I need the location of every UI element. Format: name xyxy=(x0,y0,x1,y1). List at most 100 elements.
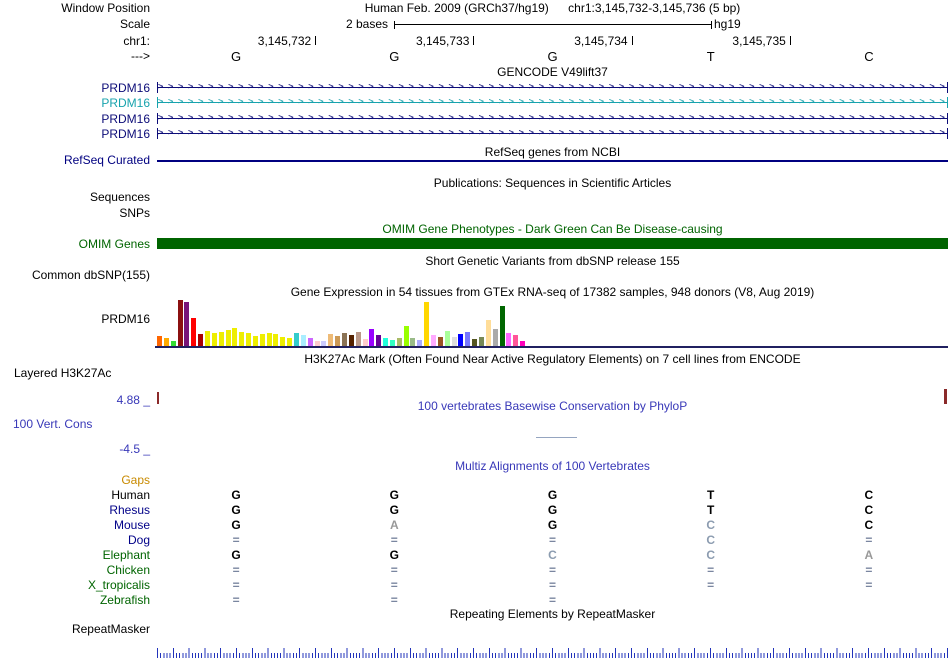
gtex-expression-bar[interactable] xyxy=(362,339,368,346)
gtex-expression-bar[interactable] xyxy=(321,341,327,346)
gtex-expression-bar[interactable] xyxy=(225,330,231,346)
common-dbsnp-label[interactable]: Common dbSNP(155) xyxy=(0,268,150,282)
transcript-direction-arrows: >>>>>>>>>>>>>>>>>>>>>>>>>>>>>>>>>>>>>>>>… xyxy=(158,113,947,123)
gtex-expression-bar[interactable] xyxy=(184,302,190,346)
coordinate-tick xyxy=(789,36,791,45)
gencode-transcript[interactable]: >>>>>>>>>>>>>>>>>>>>>>>>>>>>>>>>>>>>>>>>… xyxy=(157,128,948,139)
conservation-track-label[interactable]: 100 Vert. Cons xyxy=(13,417,92,431)
gtex-expression-bar[interactable] xyxy=(204,331,210,346)
gtex-expression-bar[interactable] xyxy=(259,334,265,346)
transcript-direction-arrows: >>>>>>>>>>>>>>>>>>>>>>>>>>>>>>>>>>>>>>>>… xyxy=(158,97,947,107)
gtex-expression-bar[interactable] xyxy=(513,335,519,346)
gtex-expression-bar[interactable] xyxy=(157,336,162,346)
sequences-label[interactable]: Sequences xyxy=(0,190,150,204)
layered-h3k27ac-label[interactable]: Layered H3K27Ac xyxy=(14,366,111,380)
multiz-species-label[interactable]: Chicken xyxy=(0,563,150,577)
multiz-species-label[interactable]: Rhesus xyxy=(0,503,150,517)
gtex-expression-bar[interactable] xyxy=(355,332,361,346)
gtex-expression-bar[interactable] xyxy=(300,335,306,346)
gtex-expression-bar[interactable] xyxy=(280,337,286,346)
alignment-base: = xyxy=(865,563,873,577)
gtex-expression-bar[interactable] xyxy=(465,332,471,346)
gtex-expression-bar[interactable] xyxy=(328,334,334,346)
gtex-expression-bar[interactable] xyxy=(403,326,409,346)
gtex-expression-bar[interactable] xyxy=(437,337,443,346)
gtex-expression-bar[interactable] xyxy=(163,338,169,346)
multiz-species-label[interactable]: Mouse xyxy=(0,518,150,532)
gencode-transcript[interactable]: >>>>>>>>>>>>>>>>>>>>>>>>>>>>>>>>>>>>>>>>… xyxy=(157,97,948,108)
gtex-expression-bar[interactable] xyxy=(198,334,204,346)
multiz-species-label[interactable]: Dog xyxy=(0,533,150,547)
gtex-expression-bar[interactable] xyxy=(294,333,299,346)
gtex-expression-bar[interactable] xyxy=(273,334,279,346)
gtex-expression-bar[interactable] xyxy=(369,329,375,346)
gencode-transcript-label[interactable]: PRDM16 xyxy=(0,96,150,110)
gtex-expression-bar[interactable] xyxy=(431,335,436,346)
gtex-expression-bar[interactable] xyxy=(424,302,430,346)
gtex-expression-bar[interactable] xyxy=(170,341,176,346)
gtex-expression-bar[interactable] xyxy=(410,338,416,346)
multiz-species-label[interactable]: Elephant xyxy=(0,548,150,562)
gtex-expression-bar[interactable] xyxy=(458,334,464,346)
gtex-expression-bar[interactable] xyxy=(520,341,526,346)
gtex-expression-bar[interactable] xyxy=(396,338,402,346)
gtex-expression-bar[interactable] xyxy=(177,300,183,346)
gtex-expression-bar[interactable] xyxy=(287,338,293,346)
gtex-expression-bar[interactable] xyxy=(485,320,491,346)
alignment-base: = xyxy=(865,533,873,547)
conservation-max-value: 4.88 _ xyxy=(116,393,150,407)
gtex-gene-label[interactable]: PRDM16 xyxy=(0,312,150,326)
multiz-species-label[interactable]: X_tropicalis xyxy=(0,578,150,592)
alignment-base: = xyxy=(548,593,556,607)
alignment-base: G xyxy=(231,518,241,532)
gtex-expression-bar[interactable] xyxy=(444,331,450,346)
gtex-expression-bar[interactable] xyxy=(376,335,382,346)
alignment-base: = xyxy=(390,563,398,577)
gencode-transcript-label[interactable]: PRDM16 xyxy=(0,81,150,95)
gtex-expression-bar[interactable] xyxy=(341,333,347,346)
multiz-species-label[interactable]: Zebrafish xyxy=(0,593,150,607)
gtex-expression-bar[interactable] xyxy=(252,336,258,346)
alignment-base: T xyxy=(707,488,715,502)
multiz-species-label[interactable]: Human xyxy=(0,488,150,502)
gencode-transcript[interactable]: >>>>>>>>>>>>>>>>>>>>>>>>>>>>>>>>>>>>>>>>… xyxy=(157,82,948,93)
omim-genes-label[interactable]: OMIM Genes xyxy=(0,237,150,251)
alignment-base: G xyxy=(389,503,399,517)
gtex-expression-bar[interactable] xyxy=(451,337,457,346)
multiz-gaps-label[interactable]: Gaps xyxy=(0,473,150,487)
base-letter: C xyxy=(864,49,874,64)
omim-gene-bar[interactable] xyxy=(157,238,948,249)
gtex-expression-bar[interactable] xyxy=(218,332,224,346)
repeatmasker-label[interactable]: RepeatMasker xyxy=(0,622,150,636)
alignment-base: G xyxy=(231,488,241,502)
gtex-expression-bar[interactable] xyxy=(266,333,272,346)
gtex-expression-bar[interactable] xyxy=(492,329,498,346)
alignment-base: C xyxy=(706,533,716,547)
gencode-transcript[interactable]: >>>>>>>>>>>>>>>>>>>>>>>>>>>>>>>>>>>>>>>>… xyxy=(157,113,948,124)
gencode-transcript-label[interactable]: PRDM16 xyxy=(0,127,150,141)
gtex-expression-bar[interactable] xyxy=(478,337,484,346)
gtex-expression-bar[interactable] xyxy=(348,335,354,346)
gtex-expression-bar[interactable] xyxy=(239,332,245,346)
gtex-expression-bar[interactable] xyxy=(472,339,478,346)
alignment-base: G xyxy=(389,548,399,562)
gtex-expression-bar[interactable] xyxy=(383,338,389,346)
refseq-curated-label[interactable]: RefSeq Curated xyxy=(0,153,150,167)
gtex-expression-bar[interactable] xyxy=(506,333,512,346)
gtex-expression-bar[interactable] xyxy=(246,333,252,346)
base-letter: G xyxy=(389,49,400,64)
multiz-track-title: Multiz Alignments of 100 Vertebrates xyxy=(455,459,650,473)
gencode-transcript-label[interactable]: PRDM16 xyxy=(0,112,150,126)
gtex-expression-bar[interactable] xyxy=(307,338,313,346)
alignment-base: = xyxy=(232,533,240,547)
gtex-expression-bar[interactable] xyxy=(389,340,395,346)
gtex-expression-bar[interactable] xyxy=(335,336,341,346)
gtex-expression-bar[interactable] xyxy=(191,318,197,346)
snps-label[interactable]: SNPs xyxy=(0,206,150,220)
gtex-expression-bar[interactable] xyxy=(314,341,320,346)
refseq-gene-line[interactable] xyxy=(157,160,948,162)
gtex-expression-bar[interactable] xyxy=(499,306,505,346)
gtex-expression-bar[interactable] xyxy=(211,333,217,346)
gtex-expression-bar[interactable] xyxy=(232,328,238,346)
gtex-expression-bar[interactable] xyxy=(417,340,423,346)
